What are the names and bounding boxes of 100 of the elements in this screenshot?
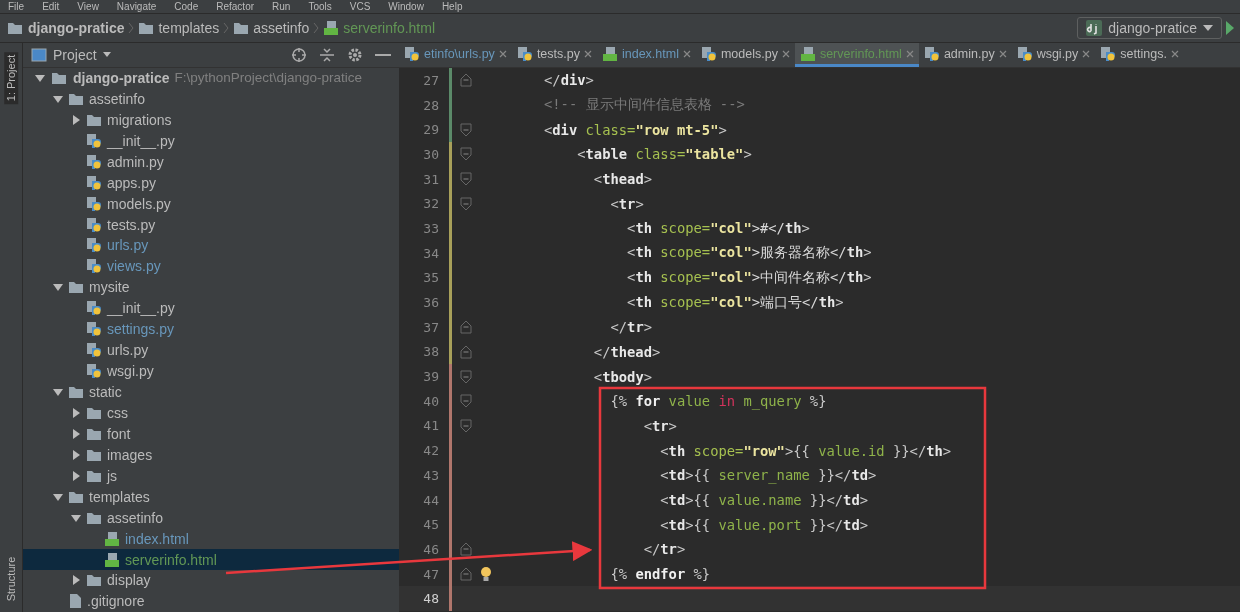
expanded-arrow-icon[interactable] [35, 72, 45, 83]
menu-item[interactable]: VCS [349, 0, 371, 13]
tree-row[interactable]: tests.py [23, 214, 399, 235]
project-tool-tab[interactable]: 1: Project [4, 51, 18, 105]
collapsed-arrow-icon[interactable] [71, 407, 81, 418]
crosshair-icon[interactable] [291, 46, 307, 63]
code-text: <td>{{ server_name }}</td> [659, 467, 877, 484]
tree-row[interactable]: static [23, 381, 399, 403]
fold-marker-icon[interactable] [460, 73, 472, 88]
file-name: __init__.py [107, 300, 175, 317]
tree-row[interactable]: urls.py [23, 235, 399, 256]
line-number: 33 [422, 220, 440, 236]
tree-row[interactable]: __init__.py [23, 130, 399, 152]
tree-row[interactable]: django-pratice F:\pythonProject\django-pratice [23, 67, 399, 89]
tree-row[interactable]: views.py [23, 255, 399, 277]
menu-item[interactable]: Run [272, 0, 291, 13]
collapsed-arrow-icon[interactable] [71, 114, 81, 125]
tree-row[interactable]: display [23, 570, 399, 591]
fold-marker-icon[interactable] [460, 567, 472, 582]
tree-row[interactable]: wsgi.py [23, 360, 399, 382]
collapsed-arrow-icon[interactable] [71, 449, 81, 460]
fold-marker-icon[interactable] [460, 369, 472, 384]
menu-item[interactable]: Navigate [116, 0, 157, 13]
close-icon[interactable] [583, 49, 592, 58]
tree-row[interactable]: assetinfo [23, 507, 399, 529]
tree-row[interactable]: css [23, 402, 399, 424]
tree-row[interactable]: index.html [23, 528, 399, 550]
file-name: assetinfo [89, 90, 146, 107]
collapsed-arrow-icon[interactable] [71, 575, 81, 586]
tree-row[interactable]: apps.py [23, 172, 399, 194]
menu-item[interactable]: Edit [42, 0, 60, 13]
fold-marker-icon[interactable] [460, 147, 472, 162]
breadcrumb-item[interactable]: assetinfo [253, 20, 310, 36]
close-icon[interactable] [905, 49, 914, 58]
menu-item[interactable]: File [8, 0, 25, 13]
collapsed-arrow-icon[interactable] [71, 470, 81, 481]
close-icon[interactable] [998, 49, 1007, 58]
python-file-icon [86, 174, 102, 191]
tree-row[interactable]: settings.py [23, 318, 399, 340]
breadcrumb-item[interactable]: templates [158, 20, 220, 36]
tree-row[interactable]: migrations [23, 109, 399, 131]
tree-row[interactable]: mysite [23, 276, 399, 298]
tree-row[interactable]: models.py [23, 193, 399, 215]
breadcrumb-item[interactable]: serverinfo.html [343, 20, 436, 36]
line-number: 42 [422, 443, 440, 459]
tree-row[interactable]: admin.py [23, 151, 399, 173]
menu-item[interactable]: Refactor [216, 0, 255, 13]
file-icon [68, 593, 82, 610]
menu-item[interactable]: Window [388, 0, 424, 13]
file-name: admin.py [107, 153, 164, 170]
fold-marker-icon[interactable] [460, 418, 472, 433]
menu-item[interactable]: Code [174, 0, 199, 13]
collapsed-arrow-icon[interactable] [71, 428, 81, 439]
menu-item[interactable]: View [77, 0, 99, 13]
lightbulb-icon[interactable] [480, 566, 492, 583]
close-icon[interactable] [1170, 49, 1179, 58]
file-name: display [107, 572, 151, 589]
fold-marker-icon[interactable] [460, 196, 472, 211]
menu-item[interactable]: Tools [308, 0, 332, 13]
project-view-selector[interactable]: Project [31, 46, 111, 63]
tree-row[interactable]: js [23, 465, 399, 487]
breadcrumb-item[interactable]: django-pratice [28, 20, 125, 36]
collapse-all-icon[interactable] [319, 46, 335, 63]
code-text: <td>{{ value.port }}</td> [659, 516, 869, 533]
fold-marker-icon[interactable] [460, 542, 472, 557]
close-icon[interactable] [781, 49, 790, 58]
fold-marker-icon[interactable] [460, 172, 472, 187]
menu-item[interactable]: Help [441, 0, 463, 13]
close-icon[interactable] [1082, 49, 1091, 58]
python-file-icon [86, 321, 102, 338]
settings-icon[interactable] [347, 46, 363, 63]
line-number: 39 [422, 369, 440, 385]
expanded-arrow-icon[interactable] [71, 512, 81, 523]
tree-row[interactable]: .gitignore [23, 590, 399, 612]
run-configuration-dropdown[interactable]: django-pratice [1077, 17, 1222, 39]
tree-row[interactable]: images [23, 444, 399, 466]
tree-row[interactable]: assetinfo [23, 88, 399, 110]
close-icon[interactable] [498, 49, 507, 58]
tree-row[interactable]: templates [23, 486, 399, 508]
expanded-arrow-icon[interactable] [53, 387, 63, 398]
expanded-arrow-icon[interactable] [53, 491, 63, 502]
fold-marker-icon[interactable] [460, 320, 472, 335]
fold-marker-icon[interactable] [460, 394, 472, 409]
close-icon[interactable] [682, 49, 691, 58]
tree-row[interactable]: font [23, 423, 399, 445]
fold-marker-icon[interactable] [460, 122, 472, 137]
run-icon[interactable] [1226, 21, 1234, 35]
tree-row[interactable]: __init__.py [23, 297, 399, 319]
chevron-icon [128, 22, 135, 34]
fold-marker-icon[interactable] [460, 344, 472, 359]
file-name: urls.py [107, 237, 149, 254]
tree-row[interactable]: urls.py [23, 339, 399, 361]
structure-tool-tab[interactable]: Structure [4, 553, 18, 605]
django-logo-icon [1086, 20, 1103, 36]
expanded-arrow-icon[interactable] [53, 93, 63, 104]
folder-icon [86, 573, 102, 588]
file-name: css [107, 404, 128, 421]
html-file-icon [799, 45, 816, 62]
tree-row[interactable]: serverinfo.html [23, 549, 399, 570]
expanded-arrow-icon[interactable] [53, 282, 63, 293]
